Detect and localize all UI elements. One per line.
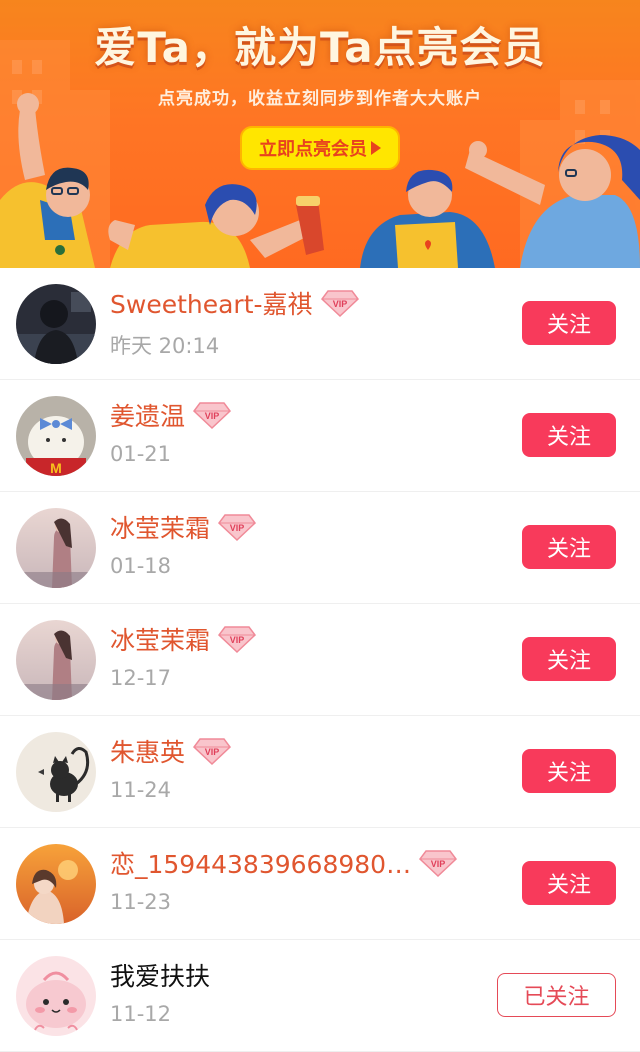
list-item[interactable]: 冰莹茉霜 VIP 12-17 关注 <box>0 604 640 716</box>
avatar[interactable] <box>16 620 96 700</box>
supporter-list: Sweetheart-嘉祺 VIP 昨天 20:14 关注 M 姜遗温 VIP … <box>0 268 640 1052</box>
banner-title: 爱Ta，就为Ta点亮会员 <box>94 23 546 72</box>
username: 姜遗温 <box>110 402 186 431</box>
svg-text:VIP: VIP <box>230 635 245 645</box>
vip-diamond-icon: VIP <box>218 626 257 654</box>
username: Sweetheart-嘉祺 <box>110 290 313 319</box>
svg-text:VIP: VIP <box>205 411 220 421</box>
username: 朱惠英 <box>110 738 186 767</box>
list-item[interactable]: 朱惠英 VIP 11-24 关注 <box>0 716 640 828</box>
follow-button[interactable]: 关注 <box>522 413 616 457</box>
timestamp: 11-24 <box>110 778 172 802</box>
list-item[interactable]: 恋_159443839668980… VIP 11-23 关注 <box>0 828 640 940</box>
follow-button[interactable]: 关注 <box>522 861 616 905</box>
username: 冰莹茉霜 <box>110 626 211 655</box>
vip-diamond-icon: VIP <box>320 290 359 318</box>
timestamp: 昨天 20:14 <box>110 334 220 358</box>
avatar[interactable] <box>16 844 96 924</box>
username: 冰莹茉霜 <box>110 514 211 543</box>
cta-label: 立即点亮会员 <box>259 139 367 160</box>
username: 我爱扶扶 <box>110 962 211 991</box>
list-item[interactable]: 我爱扶扶 11-12 已关注 <box>0 940 640 1052</box>
username: 恋_159443839668980… <box>110 850 412 879</box>
follow-button[interactable]: 关注 <box>522 301 616 345</box>
svg-text:VIP: VIP <box>332 299 347 309</box>
vip-diamond-icon: VIP <box>419 850 458 878</box>
vip-diamond-icon: VIP <box>193 738 232 766</box>
svg-text:VIP: VIP <box>230 523 245 533</box>
list-item[interactable]: Sweetheart-嘉祺 VIP 昨天 20:14 关注 <box>0 268 640 380</box>
vip-diamond-icon: VIP <box>218 514 257 542</box>
timestamp: 01-18 <box>110 554 172 578</box>
avatar[interactable] <box>16 732 96 812</box>
follow-button[interactable]: 关注 <box>522 637 616 681</box>
banner-subtitle: 点亮成功，收益立刻同步到作者大大账户 <box>158 89 482 109</box>
promo-banner[interactable]: 爱Ta，就为Ta点亮会员 点亮成功，收益立刻同步到作者大大账户 立即点亮会员 <box>0 0 640 268</box>
following-button[interactable]: 已关注 <box>497 973 616 1017</box>
timestamp: 11-23 <box>110 890 172 914</box>
svg-text:VIP: VIP <box>205 747 220 757</box>
timestamp: 12-17 <box>110 666 172 690</box>
follow-button[interactable]: 关注 <box>522 749 616 793</box>
list-item[interactable]: 冰莹茉霜 VIP 01-18 关注 <box>0 492 640 604</box>
timestamp: 01-21 <box>110 442 172 466</box>
avatar[interactable]: M <box>16 396 96 476</box>
avatar[interactable] <box>16 956 96 1036</box>
light-up-membership-button[interactable]: 立即点亮会员 <box>240 126 400 170</box>
avatar[interactable] <box>16 508 96 588</box>
avatar[interactable] <box>16 284 96 364</box>
list-item[interactable]: M 姜遗温 VIP 01-21 关注 <box>0 380 640 492</box>
timestamp: 11-12 <box>110 1002 172 1026</box>
follow-button[interactable]: 关注 <box>522 525 616 569</box>
play-triangle-icon <box>371 141 381 155</box>
svg-text:VIP: VIP <box>431 859 446 869</box>
vip-diamond-icon: VIP <box>193 402 232 430</box>
svg-text:M: M <box>50 460 62 476</box>
